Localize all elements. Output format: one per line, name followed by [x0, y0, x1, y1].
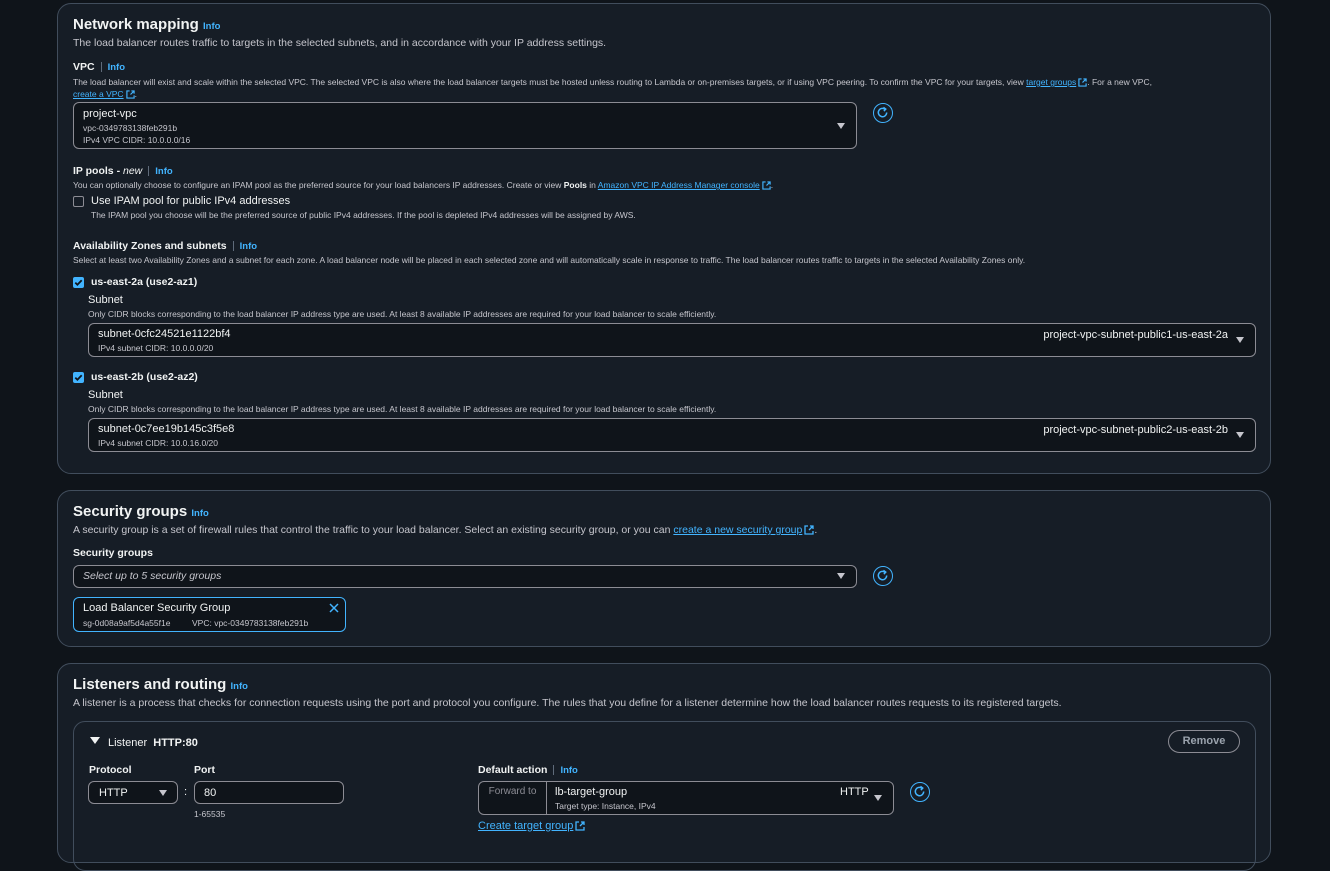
- subnet-id: subnet-0c7ee19b145c3f5e8: [98, 423, 235, 435]
- check-icon: [74, 374, 83, 381]
- az-label: Availability Zones and subnets Info: [73, 240, 258, 252]
- target-group-name: lb-target-group: [555, 786, 628, 798]
- refresh-icon[interactable]: [873, 566, 893, 586]
- remove-button[interactable]: Remove: [1168, 730, 1240, 753]
- ipam-checkbox-label: Use IPAM pool for public IPv4 addresses: [91, 195, 291, 207]
- target-groups-link[interactable]: target groups: [1026, 77, 1087, 87]
- info-link[interactable]: Info: [108, 62, 125, 73]
- external-link-icon: [125, 90, 135, 99]
- external-link-icon: [1078, 78, 1087, 87]
- ipam-checkbox[interactable]: [73, 196, 84, 207]
- caret-down-icon: [1236, 432, 1244, 438]
- az-name: us-east-2b (use2-az2): [91, 371, 198, 383]
- port-hint: 1-65535: [194, 809, 226, 819]
- caret-down-icon: [1236, 337, 1244, 343]
- protocol-label: Protocol: [89, 764, 132, 776]
- subnet-name: project-vpc-subnet-public1-us-east-2a: [1043, 329, 1228, 341]
- security-groups-desc: A security group is a set of firewall ru…: [73, 524, 818, 536]
- ip-pools-desc: You can optionally choose to configure a…: [73, 180, 774, 190]
- subnet-desc: Only CIDR blocks corresponding to the lo…: [88, 404, 717, 414]
- ip-pools-label: IP pools - new Info: [73, 165, 173, 177]
- network-mapping-desc: The load balancer routes traffic to targ…: [73, 37, 607, 49]
- caret-down-icon: [874, 795, 882, 801]
- refresh-icon[interactable]: [873, 103, 893, 123]
- protocol-value: HTTP: [99, 787, 128, 799]
- vpc-id: vpc-0349783138feb291b: [83, 123, 178, 133]
- subnet-desc: Only CIDR blocks corresponding to the lo…: [88, 309, 717, 319]
- protocol-select[interactable]: HTTP: [88, 781, 178, 804]
- listeners-title: Listeners and routing Info: [73, 676, 248, 693]
- vpc-desc: The load balancer will exist and scale w…: [73, 77, 1152, 99]
- az-name: us-east-2a (use2-az1): [91, 276, 198, 288]
- create-vpc-link[interactable]: create a VPC: [73, 89, 135, 99]
- subnet-select[interactable]: subnet-0c7ee19b145c3f5e8 IPv4 subnet CID…: [88, 418, 1256, 452]
- ipam-desc: The IPAM pool you choose will be the pre…: [91, 210, 636, 220]
- security-groups-label: Security groups: [73, 547, 153, 559]
- vpc-select[interactable]: project-vpc vpc-0349783138feb291b IPv4 V…: [73, 102, 857, 149]
- caret-down-icon: [837, 123, 845, 129]
- listener-header[interactable]: Listener HTTP:80: [108, 737, 198, 749]
- security-groups-title: Security groups Info: [73, 503, 209, 520]
- target-protocol: HTTP: [840, 786, 869, 798]
- subnet-label: Subnet: [88, 294, 123, 306]
- vpc-cidr: IPv4 VPC CIDR: 10.0.0.0/16: [83, 135, 191, 145]
- security-groups-placeholder: Select up to 5 security groups: [83, 570, 222, 582]
- subnet-cidr: IPv4 subnet CIDR: 10.0.0.0/20: [98, 343, 214, 353]
- token-vpc: VPC: vpc-0349783138feb291b: [192, 618, 309, 628]
- az-desc: Select at least two Availability Zones a…: [73, 255, 1026, 265]
- info-link[interactable]: Info: [155, 166, 172, 177]
- forward-to-label: Forward to: [479, 782, 547, 814]
- port-value: 80: [204, 787, 217, 799]
- subnet-id: subnet-0cfc24521e1122bf4: [98, 328, 231, 340]
- subnet-select[interactable]: subnet-0cfc24521e1122bf4 IPv4 subnet CID…: [88, 323, 1256, 357]
- info-link[interactable]: Info: [203, 21, 220, 32]
- external-link-icon: [762, 181, 771, 190]
- port-input[interactable]: 80: [194, 781, 344, 804]
- create-target-group-link[interactable]: Create target group: [478, 820, 586, 832]
- subnet-name: project-vpc-subnet-public2-us-east-2b: [1043, 424, 1228, 436]
- default-action-select[interactable]: Forward to lb-target-group Target type: …: [478, 781, 894, 815]
- listeners-desc: A listener is a process that checks for …: [73, 697, 1062, 709]
- close-icon[interactable]: [329, 603, 339, 613]
- vpc-label: VPC Info: [73, 61, 126, 73]
- colon-separator: :: [184, 786, 188, 798]
- port-label: Port: [194, 764, 215, 776]
- default-action-label: Default action Info: [478, 764, 578, 776]
- info-link[interactable]: Info: [191, 508, 208, 519]
- caret-down-icon: [159, 790, 167, 796]
- security-group-token: Load Balancer Security Group sg-0d08a9af…: [73, 597, 346, 632]
- info-link[interactable]: Info: [560, 765, 577, 776]
- info-link[interactable]: Info: [231, 681, 248, 692]
- subnet-label: Subnet: [88, 389, 123, 401]
- check-icon: [74, 279, 83, 286]
- token-name: Load Balancer Security Group: [83, 602, 231, 614]
- external-link-icon: [575, 821, 586, 831]
- token-id: sg-0d08a9af5d4a55f1e: [83, 618, 171, 628]
- ipam-console-link[interactable]: Amazon VPC IP Address Manager console: [598, 180, 771, 190]
- create-security-group-link[interactable]: create a new security group: [673, 524, 815, 536]
- target-type: Target type: Instance, IPv4: [555, 801, 656, 811]
- network-mapping-title: Network mapping Info: [73, 16, 221, 33]
- subnet-cidr: IPv4 subnet CIDR: 10.0.16.0/20: [98, 438, 219, 448]
- az-checkbox[interactable]: [73, 372, 84, 383]
- external-link-icon: [804, 525, 815, 535]
- refresh-icon[interactable]: [910, 782, 930, 802]
- security-groups-select[interactable]: Select up to 5 security groups: [73, 565, 857, 588]
- caret-down-icon: [837, 573, 845, 579]
- expand-caret-icon[interactable]: [90, 737, 100, 744]
- info-link[interactable]: Info: [240, 241, 257, 252]
- az-checkbox[interactable]: [73, 277, 84, 288]
- vpc-name: project-vpc: [83, 108, 137, 120]
